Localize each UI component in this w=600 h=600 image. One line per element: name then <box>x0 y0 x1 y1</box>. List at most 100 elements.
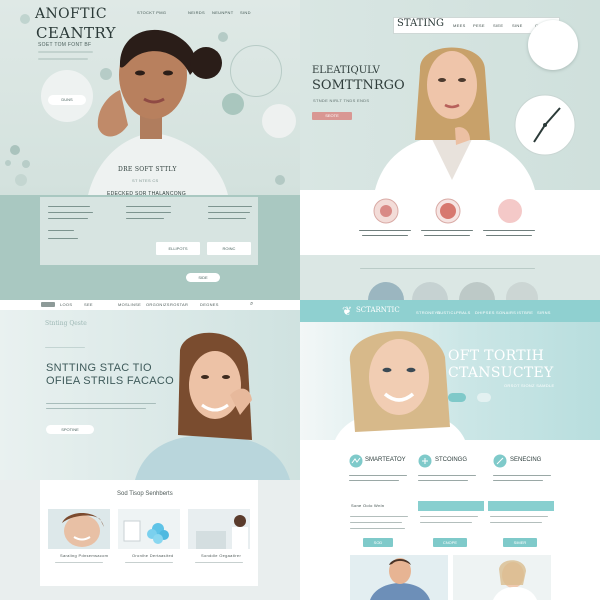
text-line <box>48 238 78 239</box>
text-line <box>208 212 250 213</box>
column-button-1[interactable]: SOD <box>363 538 393 547</box>
card-3-image[interactable] <box>188 509 250 549</box>
nav-item-1[interactable]: MEES <box>453 23 466 28</box>
nav-item-2[interactable]: SEE <box>84 302 93 307</box>
text-line <box>493 475 551 476</box>
hero-button-primary[interactable] <box>448 393 466 402</box>
nav-item-4[interactable]: ORGONIZS <box>146 302 170 307</box>
mockup-sctarntic: ❦ SCTARNTIC STRONEYS DUSTICL PRALS DHIPS… <box>300 300 600 600</box>
team-photo-2 <box>453 555 551 600</box>
nav-item-3[interactable]: MOSLINSE <box>118 302 141 307</box>
text-line <box>45 347 85 348</box>
text-line <box>490 522 542 523</box>
card-1-title[interactable]: Saraling Pdnsemsacom <box>60 553 108 558</box>
text-line <box>350 522 402 523</box>
text-line <box>349 480 399 481</box>
nav-item-4[interactable]: SIND <box>240 10 251 15</box>
service-2-icon <box>435 198 461 224</box>
column-button-3[interactable]: SIMER <box>503 538 537 547</box>
bottom-button[interactable]: SIDE <box>186 273 220 282</box>
card-2-title[interactable]: Oronihe Dertaasited <box>132 553 174 558</box>
nav-item-6[interactable]: DEGNES <box>200 302 219 307</box>
bubble <box>22 160 30 168</box>
team-photo-1 <box>350 555 448 600</box>
mid-subheading: ST NTES CS <box>132 178 159 183</box>
nav-brand[interactable]: SCTARNTIC <box>356 306 400 314</box>
hero-button-secondary[interactable] <box>477 393 491 402</box>
text-line <box>48 206 90 207</box>
section-title: Sod Tisop Senhberts <box>117 491 173 497</box>
nav-item-2[interactable]: DUSTICL <box>437 310 456 315</box>
bottom-strip <box>300 255 600 300</box>
text-line <box>48 218 88 219</box>
nav-item-7[interactable]: SIRNS <box>537 310 551 315</box>
action-button-2[interactable]: ROINC <box>207 242 251 255</box>
card-2-image[interactable] <box>118 509 180 549</box>
column-button-2[interactable]: CNOPE <box>433 538 467 547</box>
bubble <box>275 175 285 185</box>
service-1-icon <box>373 198 399 224</box>
bubble <box>262 104 296 138</box>
column-tab-3 <box>488 501 554 511</box>
text-line <box>486 235 532 236</box>
text-line <box>55 562 103 563</box>
text-line <box>126 206 171 207</box>
cta-button[interactable]: SPOTINE <box>46 425 94 434</box>
bubble <box>20 14 30 24</box>
column-tab-2 <box>418 501 484 511</box>
leaf-icon: ❦ <box>342 304 353 318</box>
nav-item-6[interactable]: ISTBRE <box>517 310 533 315</box>
bubble <box>15 174 27 186</box>
nav-logo[interactable] <box>41 302 55 307</box>
text-line <box>359 230 411 231</box>
action-button-1[interactable]: ELLIPOTS <box>156 242 200 255</box>
column-header: Sone Oolo Wnln <box>351 503 385 508</box>
text-line <box>126 218 164 219</box>
text-line <box>418 475 476 476</box>
mockup-stating: STATING MEES PESE SIEE SINE ONSSELAORE E… <box>300 0 600 300</box>
text-line <box>418 480 468 481</box>
nav-item-3[interactable]: SIEE <box>493 23 503 28</box>
text-line <box>493 480 543 481</box>
ring <box>230 45 282 97</box>
cta-button[interactable]: SEOTE <box>312 112 352 120</box>
text-line <box>424 235 470 236</box>
text-line <box>362 235 408 236</box>
text-line <box>490 516 548 517</box>
text-line <box>483 230 535 231</box>
portrait-image <box>335 331 465 440</box>
card-1-image[interactable] <box>48 509 110 549</box>
hero-tagline: STNDE NIRLT TNDS ENDS <box>313 98 370 103</box>
feature-2-title: STCOINGG <box>435 457 468 463</box>
nav-brand[interactable]: STATING <box>397 18 444 29</box>
text-line <box>195 562 243 563</box>
nav-item-4[interactable]: SINE <box>512 23 523 28</box>
search-icon[interactable]: ⌕ <box>250 301 254 308</box>
hero-overline: Stnting Qeste <box>45 320 87 327</box>
nav-item-1[interactable]: LOOS <box>60 302 72 307</box>
nav-item-5[interactable]: ROSTAR <box>170 302 188 307</box>
feature-3-title: SENECING <box>510 457 542 463</box>
service-3-icon <box>498 199 522 223</box>
text-line <box>208 206 252 207</box>
section-heading: EDECKED SOR THALANCONG <box>107 191 187 197</box>
text-line <box>350 528 405 529</box>
hero-tagline: ORSOT SIONZ SAMDLE <box>504 383 555 388</box>
nav-item-4[interactable]: DHIPSES <box>475 310 495 315</box>
nav-item-5[interactable]: SONAIRS <box>496 310 516 315</box>
clock-icon <box>514 94 576 156</box>
text-line <box>125 562 173 563</box>
bubble <box>5 160 11 166</box>
text-line <box>126 212 171 213</box>
card-3-title[interactable]: Sonddle Oegaatirer <box>201 553 241 558</box>
text-line <box>350 516 408 517</box>
nav-item-3[interactable]: PRALS <box>456 310 471 315</box>
portrait-image <box>135 332 290 480</box>
divider <box>360 268 535 269</box>
nav-item-2[interactable]: PESE <box>473 23 485 28</box>
text-line <box>349 475 407 476</box>
mockup-stnting: LOOS SEE MOSLINSE ORGONIZS ROSTAR DEGNES… <box>0 300 300 600</box>
text-line <box>420 522 472 523</box>
bubble <box>10 145 20 155</box>
text-line <box>48 230 74 231</box>
